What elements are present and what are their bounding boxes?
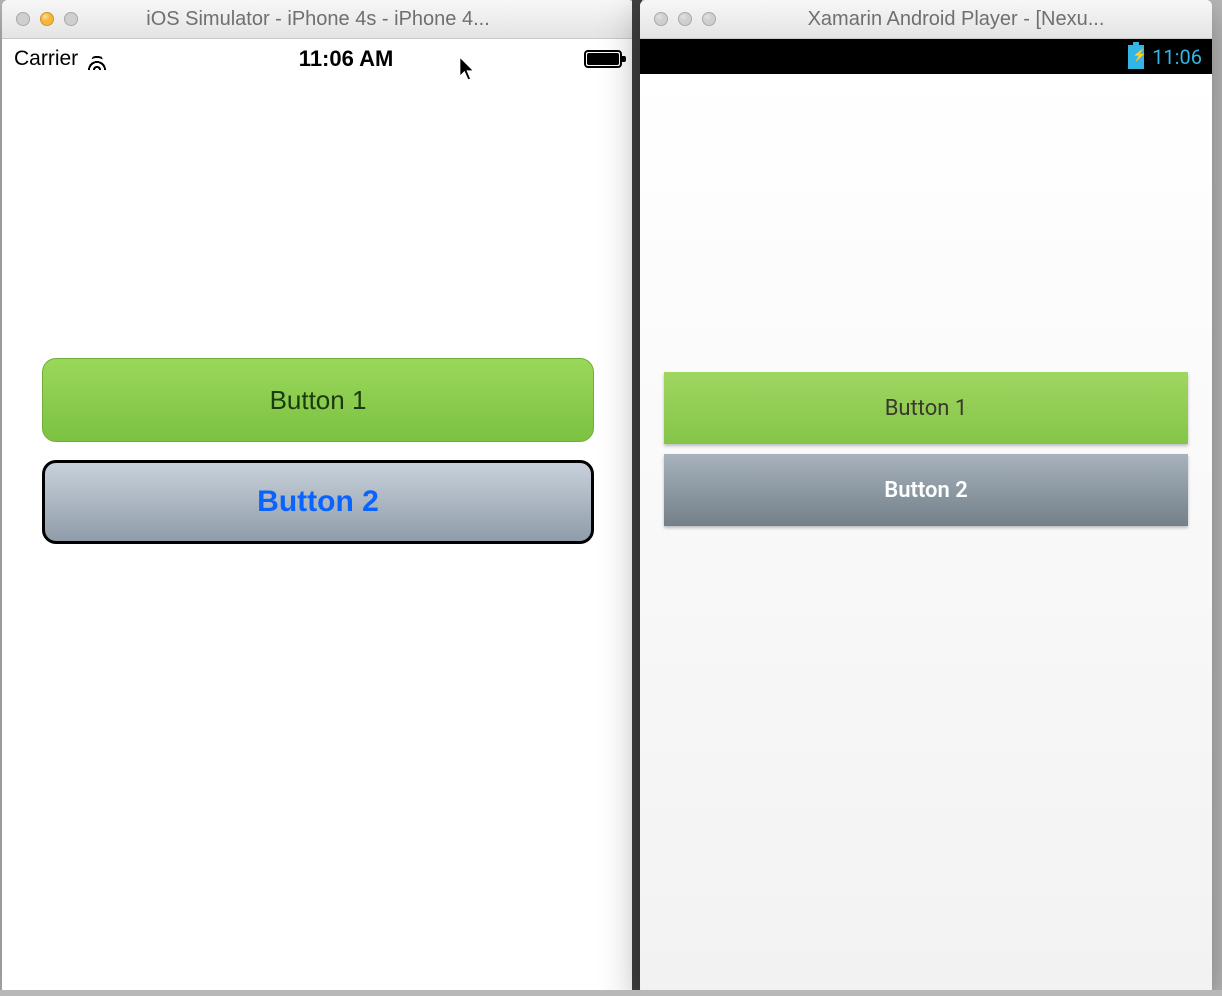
button-1-label: Button 1: [885, 396, 968, 421]
button-1-label: Button 1: [270, 385, 367, 416]
carrier-label: Carrier: [14, 47, 78, 71]
desktop-edge: [0, 990, 1222, 996]
battery-icon: [584, 50, 622, 68]
android-clock: 11:06: [1152, 45, 1202, 69]
ios-status-bar: Carrier 11:06 AM: [2, 39, 634, 79]
android-app-content: Button 1 Button 2: [640, 74, 1212, 994]
button-2-label: Button 2: [257, 485, 379, 519]
ios-window-titlebar[interactable]: iOS Simulator - iPhone 4s - iPhone 4...: [2, 0, 634, 39]
battery-charging-icon: ⚡: [1128, 45, 1144, 69]
window-controls: [640, 12, 716, 26]
ios-window-title: iOS Simulator - iPhone 4s - iPhone 4...: [2, 8, 634, 31]
ios-app-content: Button 1 Button 2: [2, 78, 634, 994]
close-window-button[interactable]: [16, 12, 30, 26]
android-status-bar: ⚡ 11:06: [640, 39, 1212, 75]
zoom-window-button[interactable]: [64, 12, 78, 26]
android-player-window: Xamarin Android Player - [Nexu... ⚡ 11:0…: [640, 0, 1212, 994]
button-1[interactable]: Button 1: [664, 372, 1188, 444]
wifi-icon: [86, 51, 108, 67]
ios-clock: 11:06 AM: [299, 46, 394, 72]
zoom-window-button[interactable]: [702, 12, 716, 26]
ios-simulator-window: iOS Simulator - iPhone 4s - iPhone 4... …: [2, 0, 634, 994]
window-controls: [2, 12, 78, 26]
minimize-window-button[interactable]: [678, 12, 692, 26]
button-1[interactable]: Button 1: [42, 358, 594, 442]
android-window-title: Xamarin Android Player - [Nexu...: [640, 8, 1212, 31]
android-window-titlebar[interactable]: Xamarin Android Player - [Nexu...: [640, 0, 1212, 39]
close-window-button[interactable]: [654, 12, 668, 26]
button-2[interactable]: Button 2: [42, 460, 594, 544]
button-2-label: Button 2: [884, 478, 968, 503]
minimize-window-button[interactable]: [40, 12, 54, 26]
button-2[interactable]: Button 2: [664, 454, 1188, 526]
